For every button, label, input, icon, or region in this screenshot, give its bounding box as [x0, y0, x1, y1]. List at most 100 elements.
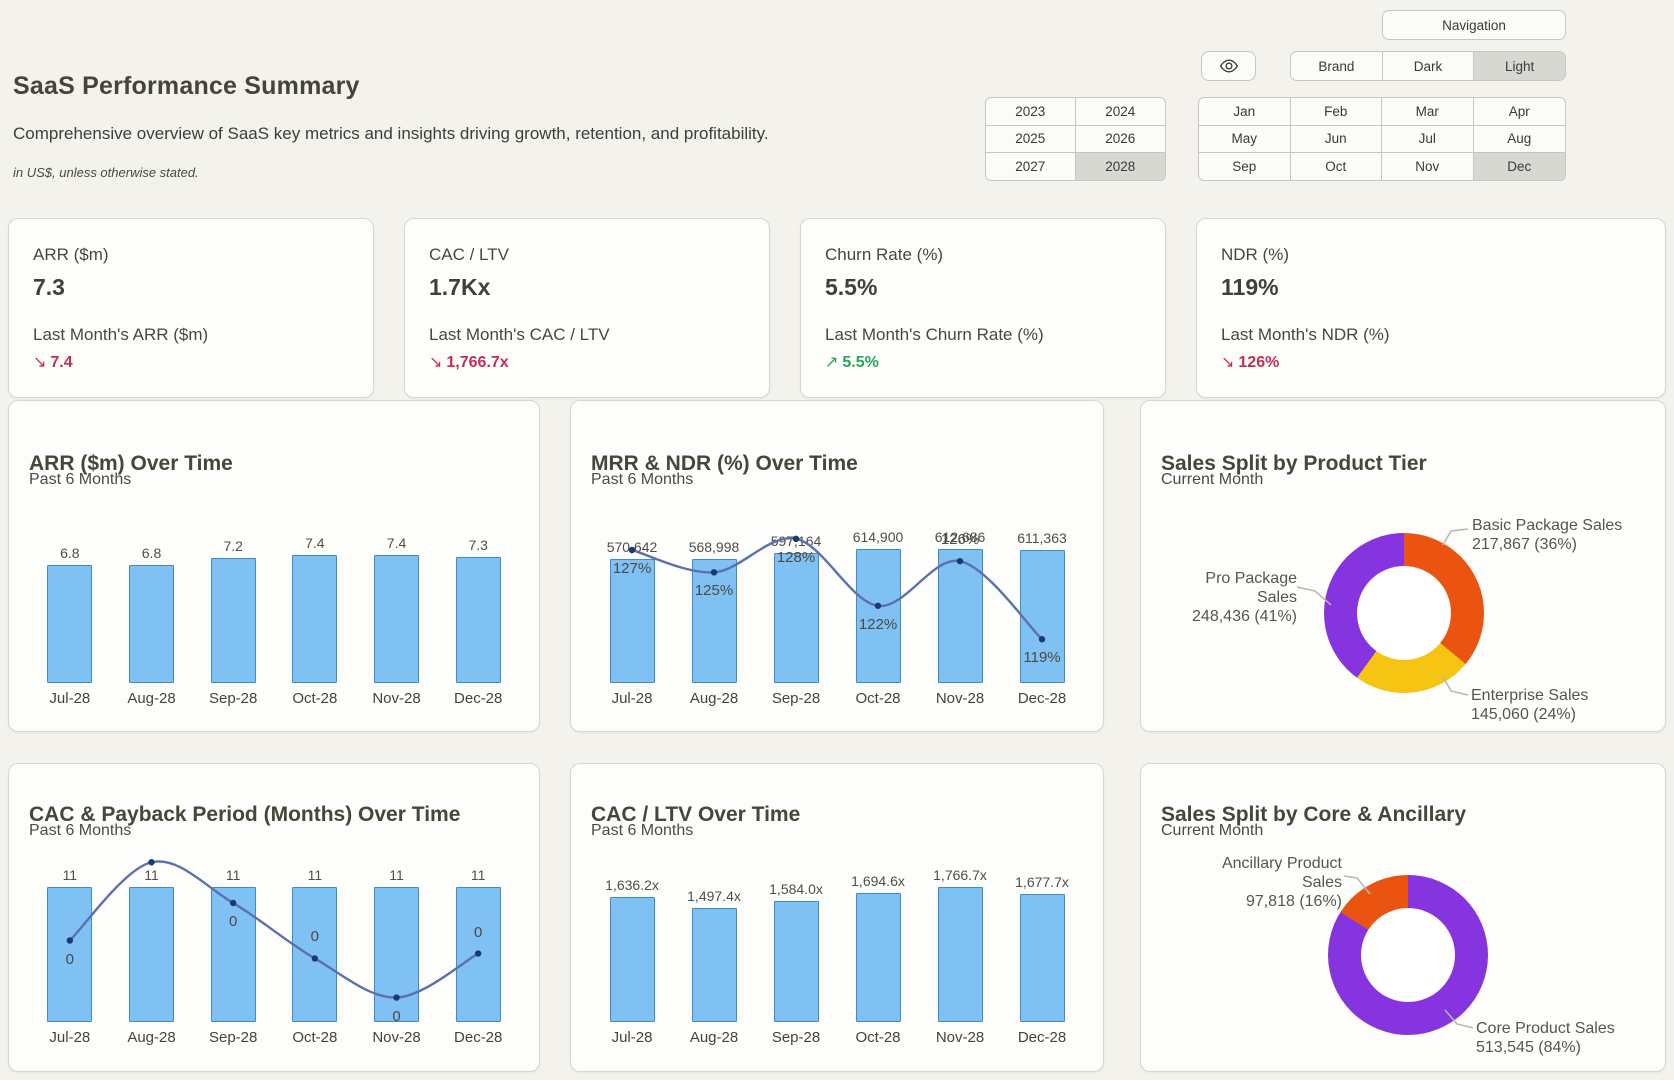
bar-value-label: 7.4: [305, 535, 324, 551]
x-axis-label: Nov-28: [919, 690, 1001, 707]
year-cell-2023[interactable]: 2023: [986, 98, 1076, 126]
line-value-label: 119%: [1023, 649, 1060, 666]
chart-card-arr-over-time: ARR ($m) Over Time Past 6 Months 6.86.87…: [8, 400, 540, 732]
line-value-label: 122%: [859, 616, 897, 633]
kpi-secondary-value: 7.4: [50, 354, 72, 371]
line-value-label: 0: [229, 913, 237, 930]
month-cell-nov[interactable]: Nov: [1382, 153, 1474, 180]
plot-area: 570,642568,998597,164614,900612,686611,3…: [591, 521, 1083, 683]
bar-Nov-28: [938, 887, 983, 1022]
trend-down-icon: ↘: [429, 354, 442, 371]
month-cell-feb[interactable]: Feb: [1291, 98, 1383, 126]
year-cell-2025[interactable]: 2025: [986, 126, 1076, 154]
bar-value-label: 6.8: [60, 545, 79, 561]
currency-note: in US$, unless otherwise stated.: [13, 165, 769, 180]
x-axis-label: Jul-28: [29, 690, 111, 707]
page-title: SaaS Performance Summary: [13, 72, 769, 101]
year-selector: 202320242025202620272028: [985, 97, 1166, 181]
line-value-label: 0: [311, 928, 319, 945]
bar-value-label: 1,677.7x: [1015, 874, 1069, 890]
visibility-toggle-button[interactable]: [1201, 51, 1256, 81]
kpi-label: NDR (%): [1221, 245, 1641, 265]
line-value-label: 126%: [941, 531, 979, 548]
year-cell-2027[interactable]: 2027: [986, 153, 1076, 180]
bar-Sep-28: [211, 558, 256, 683]
month-cell-oct[interactable]: Oct: [1291, 153, 1383, 180]
bar-Jul-28: [47, 565, 92, 683]
core-ancillary-donut-chart: Core Product Sales513,545 (84%)Ancillary…: [1141, 854, 1665, 1071]
bar-Jul-28: [610, 559, 655, 683]
plot-area: 6.86.87.27.47.47.3: [29, 521, 519, 683]
theme-option-dark[interactable]: Dark: [1382, 52, 1474, 80]
bar-Aug-28: [692, 908, 737, 1022]
kpi-secondary-value: 126%: [1238, 354, 1279, 371]
x-axis-label: Oct-28: [837, 690, 919, 707]
kpi-card-1: ARR ($m)7.3Last Month's ARR ($m)↘7.4: [8, 218, 374, 398]
month-cell-jun[interactable]: Jun: [1291, 126, 1383, 154]
bar-value-label: 568,998: [689, 539, 740, 555]
x-axis-label: Aug-28: [673, 1029, 755, 1046]
donut-label-1: Basic Package Sales217,867 (36%): [1472, 516, 1622, 554]
year-cell-2028[interactable]: 2028: [1076, 153, 1166, 180]
kpi-value: 119%: [1221, 274, 1641, 301]
bar-value-label: 6.8: [142, 545, 161, 561]
donut-hole: [1361, 908, 1455, 1002]
kpi-card-2: CAC / LTV1.7KxLast Month's CAC / LTV↘1,7…: [404, 218, 770, 398]
kpi-value: 5.5%: [825, 274, 1141, 301]
x-axis-label: Dec-28: [1001, 690, 1083, 707]
kpi-secondary-label: Last Month's Churn Rate (%): [825, 325, 1141, 345]
bar-value-label: 11: [389, 867, 404, 883]
month-cell-sep[interactable]: Sep: [1199, 153, 1291, 180]
bar-Sep-28: [774, 901, 819, 1022]
donut-ring: [1328, 875, 1488, 1035]
x-axis-label: Sep-28: [755, 690, 837, 707]
slice-label: Enterprise Sales: [1471, 686, 1588, 705]
slice-value: 145,060 (24%): [1471, 705, 1588, 724]
bar-value-label: 597,164: [771, 533, 822, 549]
bar-Jul-28: [610, 897, 655, 1022]
product-tier-donut-chart: Basic Package Sales217,867 (36%) Enterpri…: [1141, 501, 1665, 731]
year-cell-2026[interactable]: 2026: [1076, 126, 1166, 154]
chart-subtitle: Current Month: [1161, 471, 1263, 489]
theme-option-brand[interactable]: Brand: [1291, 52, 1382, 80]
month-cell-dec[interactable]: Dec: [1474, 153, 1566, 180]
bar-Sep-28: [211, 887, 256, 1022]
x-axis-label: Jul-28: [591, 690, 673, 707]
chart-card-cac-payback-over-time: CAC & Payback Period (Months) Over Time …: [8, 763, 540, 1072]
bar-Nov-28: [374, 887, 419, 1022]
kpi-trend: ↘1,766.7x: [429, 352, 745, 372]
bar-value-label: 11: [308, 867, 323, 883]
theme-option-light[interactable]: Light: [1473, 52, 1565, 80]
month-cell-aug[interactable]: Aug: [1474, 126, 1566, 154]
kpi-secondary-value: 1,766.7x: [446, 354, 508, 371]
slice-label: Core Product Sales: [1476, 1019, 1615, 1038]
bar-value-label: 1,766.7x: [933, 867, 987, 883]
navigation-button[interactable]: Navigation: [1382, 10, 1566, 40]
donut-label-2: Ancillary Product Sales97,818 (16%): [1181, 854, 1342, 911]
trend-down-icon: ↘: [1221, 354, 1234, 371]
line-value-label: 128%: [777, 549, 815, 566]
donut-ring: [1324, 533, 1484, 693]
bar-value-label: 1,694.6x: [851, 873, 905, 889]
x-axis-label: Nov-28: [919, 1029, 1001, 1046]
bar-value-label: 1,636.2x: [605, 877, 659, 893]
x-axis-label: Dec-28: [437, 690, 519, 707]
month-cell-may[interactable]: May: [1199, 126, 1291, 154]
kpi-secondary-label: Last Month's CAC / LTV: [429, 325, 745, 345]
bar-value-label: 1,497.4x: [687, 888, 741, 904]
month-cell-mar[interactable]: Mar: [1382, 98, 1474, 126]
month-cell-jul[interactable]: Jul: [1382, 126, 1474, 154]
x-axis-label: Dec-28: [1001, 1029, 1083, 1046]
bar-value-label: 11: [63, 867, 78, 883]
chart-card-sales-split-core-ancillary: Sales Split by Core & Ancillary Current …: [1140, 763, 1666, 1072]
bar-Nov-28: [938, 549, 983, 683]
chart-subtitle: Current Month: [1161, 822, 1263, 840]
year-cell-2024[interactable]: 2024: [1076, 98, 1166, 126]
kpi-label: CAC / LTV: [429, 245, 745, 265]
cac-payback-combo-chart: 11111111111100000Jul-28Aug-28Sep-28Oct-2…: [29, 859, 519, 1046]
line-value-label: 127%: [613, 560, 651, 577]
kpi-secondary-label: Last Month's ARR ($m): [33, 325, 349, 345]
month-cell-apr[interactable]: Apr: [1474, 98, 1566, 126]
line-value-label: 0: [66, 951, 74, 968]
month-cell-jan[interactable]: Jan: [1199, 98, 1291, 126]
